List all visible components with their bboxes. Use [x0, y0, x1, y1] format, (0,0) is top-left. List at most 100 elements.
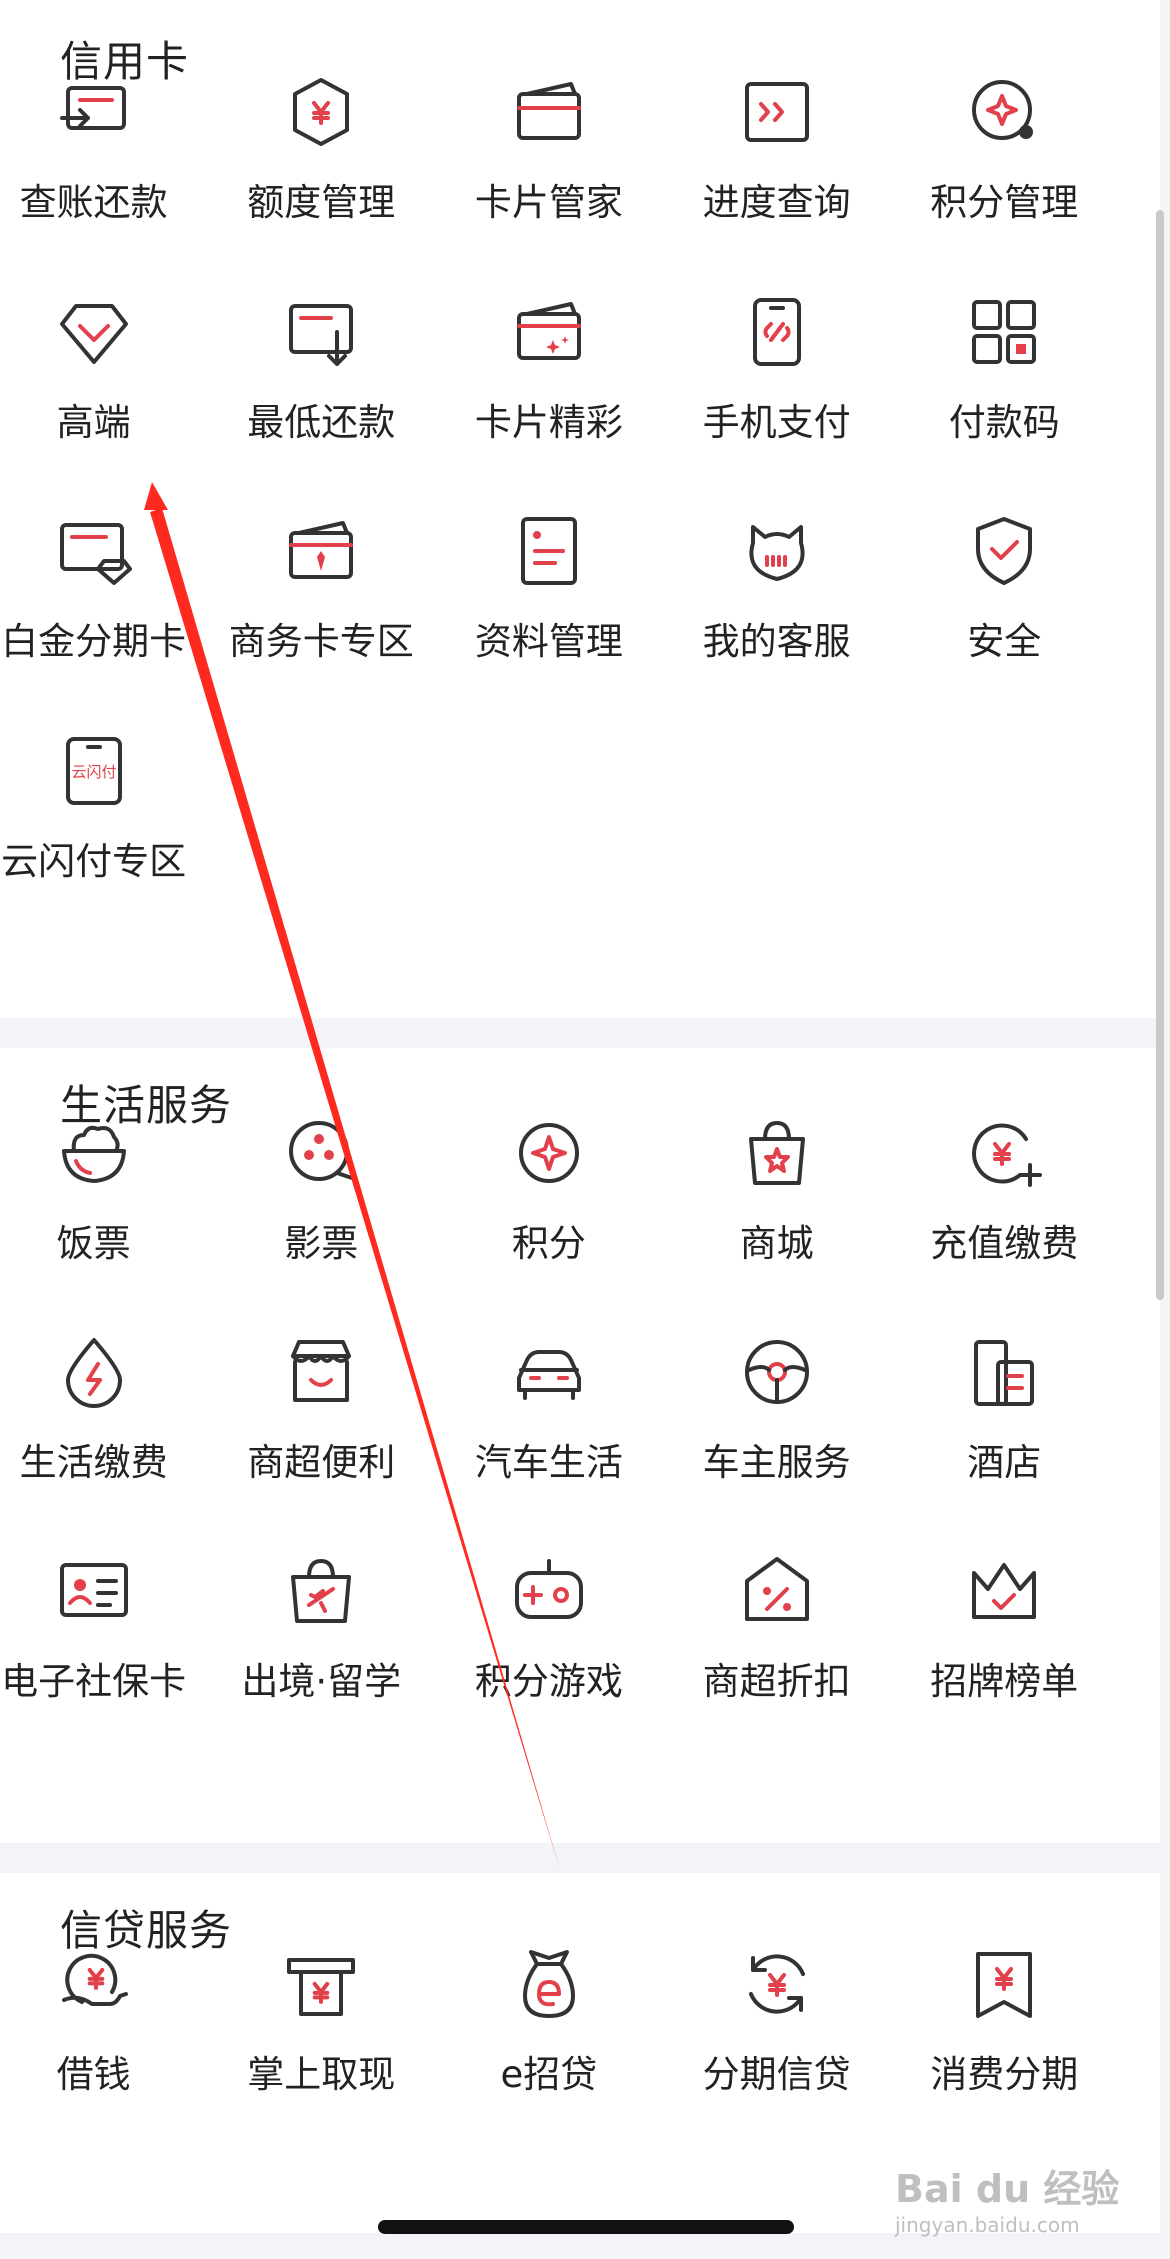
grid-item-label: 安全	[967, 620, 1042, 663]
grid-item-label: 饭票	[56, 1222, 131, 1265]
grid-item-qr-code[interactable]: 付款码	[890, 292, 1118, 492]
rice-bowl-icon	[54, 1113, 134, 1193]
grid-item-phone-pay[interactable]: 手机支付	[663, 292, 891, 492]
bill-repay-icon	[54, 72, 134, 152]
grid-item-label: 手机支付	[702, 401, 851, 444]
recharge-icon	[964, 1113, 1044, 1193]
car-icon	[509, 1332, 589, 1412]
grid-item-label: 高端	[56, 401, 131, 444]
grid-item-label: 积分管理	[930, 181, 1079, 224]
grid-item-label: 电子社保卡	[1, 1660, 187, 1703]
section-credit-card: 信用卡 查账还款 额度管理 卡片管家 进度查询 积分管理 高端 最低还款 卡片精彩 手机支付 付款…	[0, 0, 1160, 1018]
grid-item-label: 充值缴费	[930, 1222, 1079, 1265]
grid-item-label: 卡片精彩	[474, 401, 623, 444]
grid-item-bill-repay[interactable]: 查账还款	[0, 72, 208, 272]
grid-item-recharge[interactable]: 充值缴费	[890, 1113, 1118, 1313]
crown-icon	[964, 1551, 1044, 1631]
business-card-icon	[281, 511, 361, 591]
grid-item-label: 分期信贷	[702, 2053, 851, 2096]
travel-bag-icon	[281, 1551, 361, 1631]
borrow-money-icon	[54, 1944, 134, 2024]
installment-icon	[737, 1944, 817, 2024]
svg-text:云闪付: 云闪付	[71, 763, 116, 781]
atm-cash-icon	[281, 1944, 361, 2024]
points-manage-icon	[964, 72, 1044, 152]
card-wallet-icon	[509, 72, 589, 152]
shield-check-icon	[964, 511, 1044, 591]
grid-item-shopping-bag[interactable]: 商城	[663, 1113, 891, 1313]
grid-item-label: 云闪付专区	[1, 840, 187, 883]
grid-item-business-card[interactable]: 商务卡专区	[207, 511, 435, 711]
grid-item-travel-bag[interactable]: 出境·留学	[207, 1551, 435, 1751]
grid-item-label: 招牌榜单	[930, 1660, 1079, 1703]
grid-item-borrow-money[interactable]: 借钱	[0, 1944, 208, 2144]
grid-item-label: 积分游戏	[474, 1660, 623, 1703]
grid-item-crown[interactable]: 招牌榜单	[890, 1551, 1118, 1751]
phone-pay-icon	[737, 292, 817, 372]
grid-item-document[interactable]: 资料管理	[435, 511, 663, 711]
grid-item-store[interactable]: 商超便利	[207, 1332, 435, 1532]
grid-item-progress-query[interactable]: 进度查询	[663, 72, 891, 272]
grid-item-car[interactable]: 汽车生活	[435, 1332, 663, 1532]
progress-query-icon	[737, 72, 817, 152]
grid-item-customer-service[interactable]: 我的客服	[663, 511, 891, 711]
section-life-services: 生活服务 饭票 影票 积分 商城 充值缴费 生活缴费 商超便利 汽车生活 车主服务 酒店 电子社保卡…	[0, 1048, 1160, 1843]
watermark-url: jingyan.baidu.com	[895, 2213, 1080, 2237]
grid-item-label: e招贷	[500, 2053, 598, 2096]
grid-item-label: 影票	[284, 1222, 359, 1265]
grid-item-installment[interactable]: 分期信贷	[663, 1944, 891, 2144]
grid-item-label: 付款码	[948, 401, 1060, 444]
grid-item-label: 额度管理	[247, 181, 396, 224]
grid-item-card-sparkle[interactable]: 卡片精彩	[435, 292, 663, 492]
grid-item-id-card[interactable]: 电子社保卡	[0, 1551, 208, 1751]
gamepad-icon	[509, 1551, 589, 1631]
grid-item-discount-tag[interactable]: 商超折扣	[663, 1551, 891, 1751]
grid-item-money-bag[interactable]: e招贷	[435, 1944, 663, 2144]
min-repay-icon	[281, 292, 361, 372]
grid-item-label: 掌上取现	[247, 2053, 396, 2096]
grid-item-label: 商务卡专区	[228, 620, 414, 663]
grid-item-label: 借钱	[56, 2053, 131, 2096]
grid-item-label: 白金分期卡	[1, 620, 187, 663]
grid-item-diamond[interactable]: 高端	[0, 292, 208, 492]
scrollbar[interactable]	[1156, 210, 1164, 1300]
hotel-icon	[964, 1332, 1044, 1412]
grid-item-utility-drop[interactable]: 生活缴费	[0, 1332, 208, 1532]
grid-item-label: 积分	[511, 1222, 586, 1265]
grid-item-label: 资料管理	[474, 620, 623, 663]
grid-item-steering-wheel[interactable]: 车主服务	[663, 1332, 891, 1532]
grid-item-label: 最低还款	[247, 401, 396, 444]
grid-item-label: 酒店	[967, 1441, 1042, 1484]
grid-item-consume-installment[interactable]: 消费分期	[890, 1944, 1118, 2144]
grid-item-label: 消费分期	[930, 2053, 1079, 2096]
home-indicator[interactable]	[378, 2220, 794, 2234]
grid-item-cloud-quickpass[interactable]: 云闪付 云闪付专区	[0, 731, 208, 931]
grid-item-credit-limit[interactable]: 额度管理	[207, 72, 435, 272]
grid-item-shield-check[interactable]: 安全	[890, 511, 1118, 711]
grid-item-points-manage[interactable]: 积分管理	[890, 72, 1118, 272]
grid-item-hotel[interactable]: 酒店	[890, 1332, 1118, 1532]
cloud-quickpass-icon: 云闪付	[54, 731, 134, 811]
grid-item-rice-bowl[interactable]: 饭票	[0, 1113, 208, 1313]
discount-tag-icon	[737, 1551, 817, 1631]
grid-item-film-reel[interactable]: 影票	[207, 1113, 435, 1313]
watermark: Bai du 经验 jingyan.baidu.com	[895, 2158, 1119, 2237]
points-star-icon	[509, 1113, 589, 1193]
grid-item-gamepad[interactable]: 积分游戏	[435, 1551, 663, 1751]
grid-item-card-wallet[interactable]: 卡片管家	[435, 72, 663, 272]
grid-item-points-star[interactable]: 积分	[435, 1113, 663, 1313]
grid-item-label: 商超便利	[247, 1441, 396, 1484]
platinum-card-icon	[54, 511, 134, 591]
grid-item-label: 卡片管家	[474, 181, 623, 224]
grid-item-label: 车主服务	[702, 1441, 851, 1484]
grid-item-label: 查账还款	[19, 181, 168, 224]
money-bag-icon	[509, 1944, 589, 2024]
customer-service-icon	[737, 511, 817, 591]
qr-code-icon	[964, 292, 1044, 372]
grid-item-atm-cash[interactable]: 掌上取现	[207, 1944, 435, 2144]
grid-item-platinum-card[interactable]: 白金分期卡	[0, 511, 208, 711]
grid-item-min-repay[interactable]: 最低还款	[207, 292, 435, 492]
document-icon	[509, 511, 589, 591]
grid-item-label: 商超折扣	[702, 1660, 851, 1703]
grid-item-label: 商城	[739, 1222, 814, 1265]
